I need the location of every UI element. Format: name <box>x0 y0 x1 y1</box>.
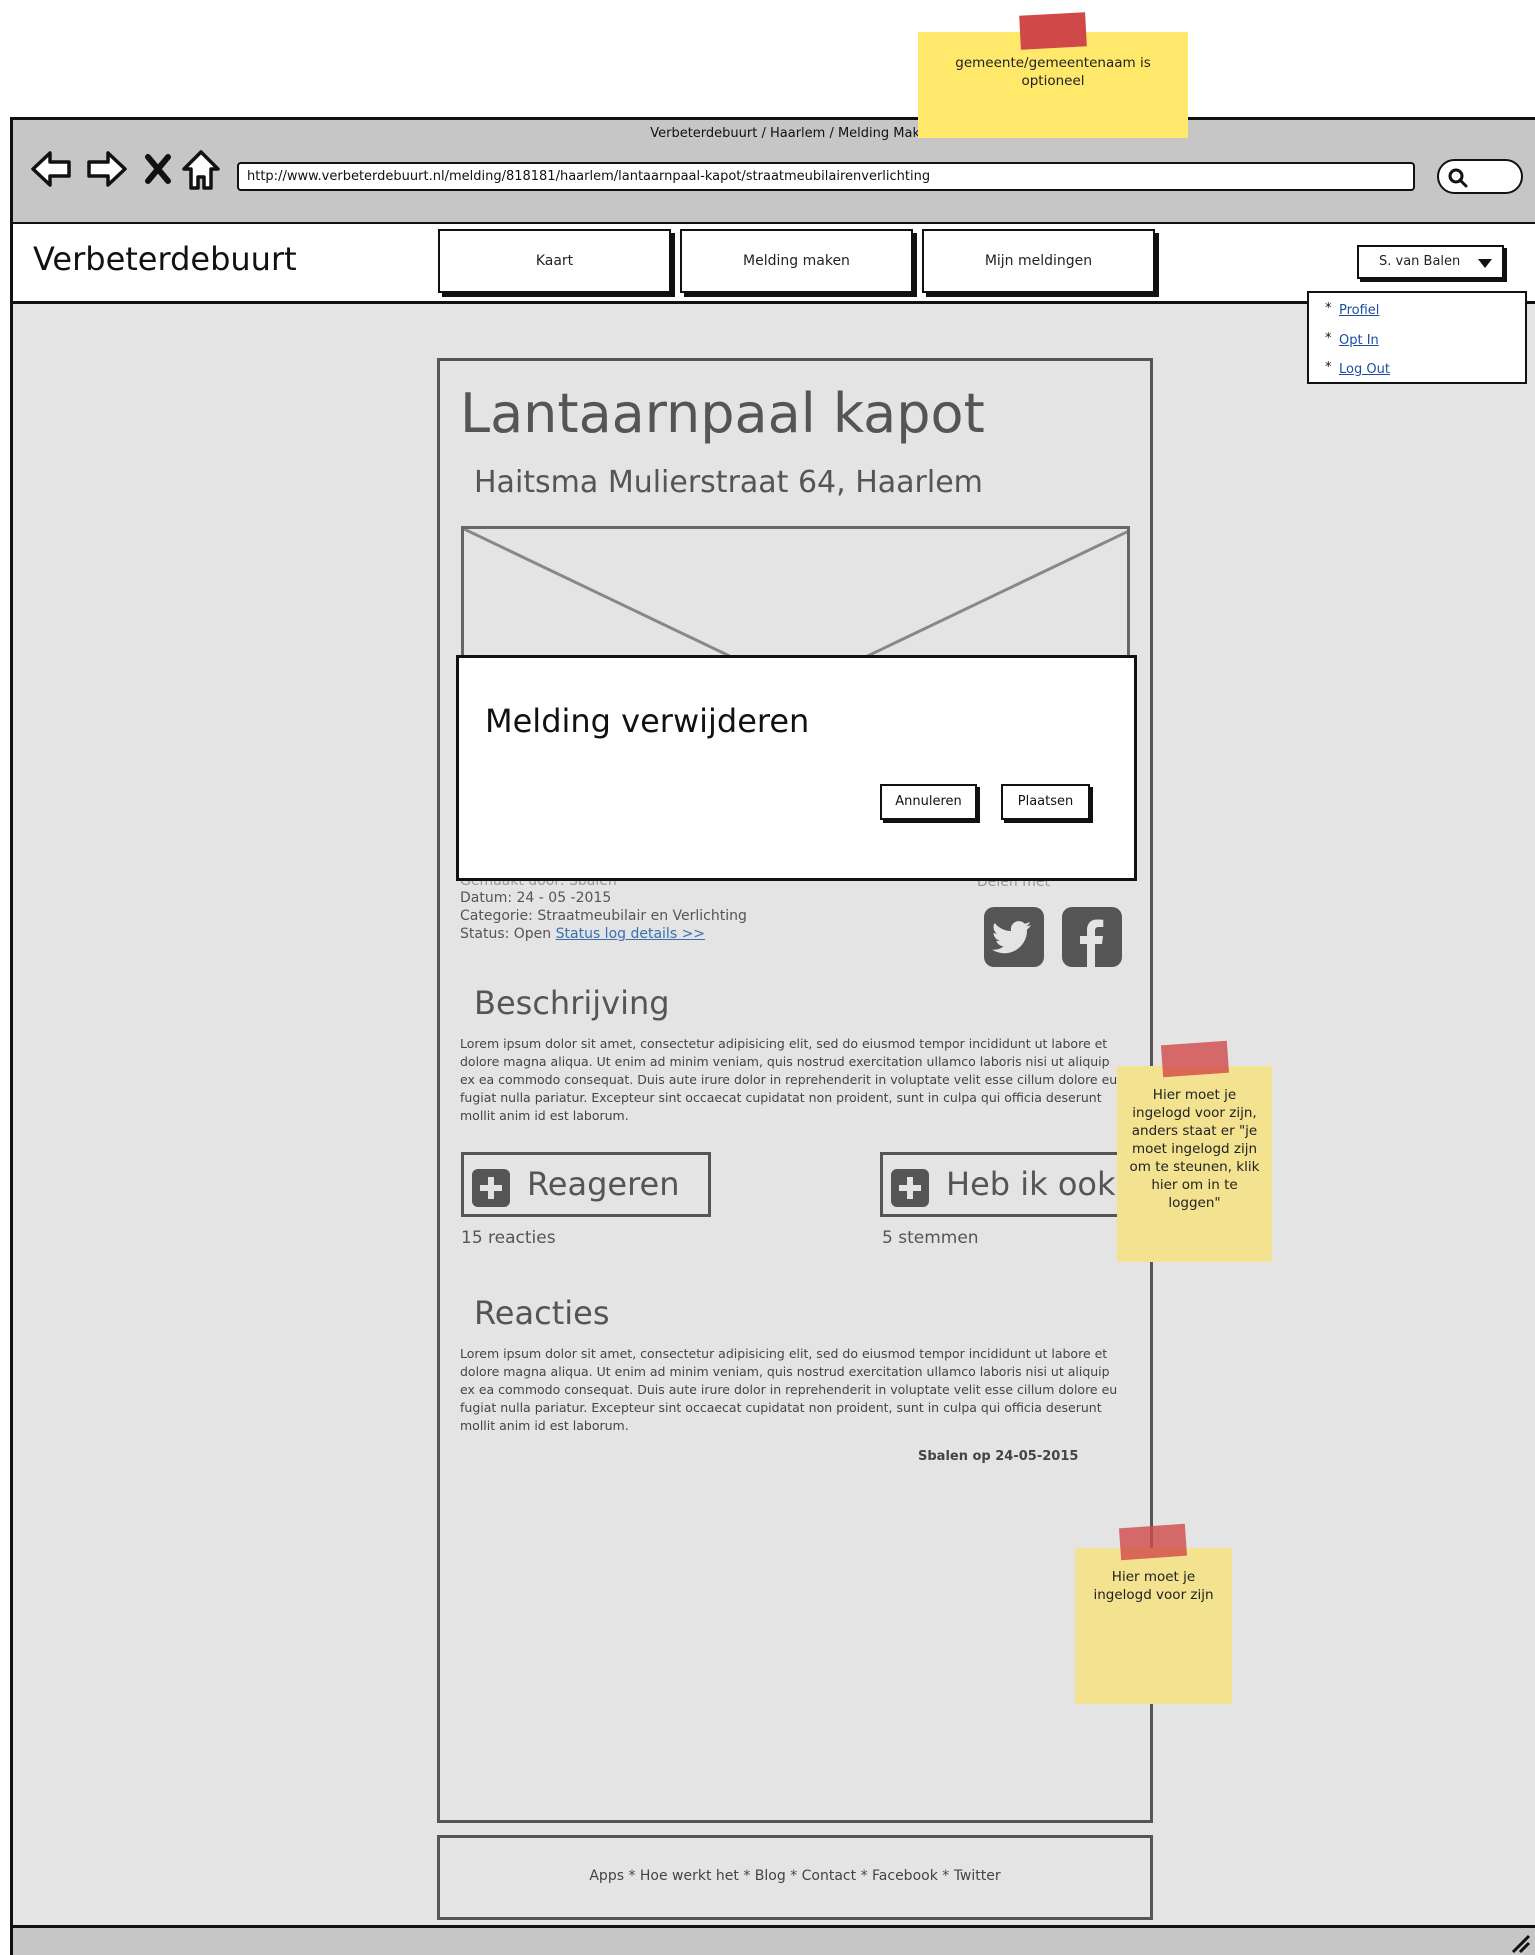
sticky-tape <box>1019 12 1087 50</box>
reacties-heading: Reacties <box>474 1294 610 1332</box>
search-icon <box>1448 168 1468 188</box>
status-text: Status: Open <box>460 926 552 942</box>
address-bar[interactable]: http://www.verbeterdebuurt.nl/melding/81… <box>237 162 1415 191</box>
sticky-tape <box>1160 1040 1230 1078</box>
resize-handle-icon <box>1511 1934 1531 1954</box>
menu-item-opt-in[interactable]: Opt In <box>1339 333 1379 348</box>
reageren-button[interactable]: Reageren <box>461 1152 711 1217</box>
confirm-button[interactable]: Plaatsen <box>1001 784 1090 820</box>
delete-dialog <box>456 655 1137 881</box>
beschrijving-heading: Beschrijving <box>474 984 670 1022</box>
window-title: Verbeterdebuurt / Haarlem / Melding Make… <box>650 126 936 141</box>
user-dropdown[interactable]: S. van Balen <box>1357 245 1504 279</box>
plus-icon <box>472 1169 510 1207</box>
reactie-signature: Sbalen op 24-05-2015 <box>918 1449 1079 1464</box>
close-icon[interactable] <box>144 152 172 192</box>
user-menu: * Profiel * Opt In * Log Out <box>1307 291 1527 384</box>
meta-status: Status: Open Status log details >> <box>460 926 705 942</box>
back-icon[interactable] <box>30 149 72 196</box>
twitter-icon[interactable] <box>984 907 1044 967</box>
meta-category: Categorie: Straatmeubilair en Verlichtin… <box>460 908 747 924</box>
report-title: Lantaarnpaal kapot <box>460 382 985 445</box>
beschrijving-text: Lorem ipsum dolor sit amet, consectetur … <box>460 1036 1118 1123</box>
dialog-title: Melding verwijderen <box>485 702 810 740</box>
status-log-link[interactable]: Status log details >> <box>556 926 705 942</box>
meta-date: Datum: 24 - 05 -2015 <box>460 890 612 906</box>
sticky-note-steunen: Hier moet je ingelogd voor zijn, anders … <box>1117 1066 1272 1262</box>
user-name: S. van Balen <box>1379 254 1461 269</box>
footer-links[interactable]: Apps * Hoe werkt het * Blog * Contact * … <box>589 1868 1000 1884</box>
nav-mijn-meldingen[interactable]: Mijn meldingen <box>922 229 1155 293</box>
sticky-tape <box>1118 1523 1188 1561</box>
menu-item-log-out[interactable]: Log Out <box>1339 362 1390 377</box>
sticky-note-ingelogd: Hier moet je ingelogd voor zijn <box>1075 1548 1232 1704</box>
plus-icon <box>891 1169 929 1207</box>
heb-ik-ook-button[interactable]: Heb ik ook <box>880 1152 1132 1217</box>
menu-item-profiel[interactable]: Profiel <box>1339 303 1379 318</box>
reacties-text: Lorem ipsum dolor sit amet, consectetur … <box>460 1346 1118 1433</box>
reageren-label: Reageren <box>527 1165 680 1203</box>
report-address: Haitsma Mulierstraat 64, Haarlem <box>474 465 983 500</box>
menu-bullet: * <box>1325 301 1332 316</box>
heb-ik-ook-label: Heb ik ook <box>946 1165 1116 1203</box>
site-logo[interactable]: Verbeterdebuurt <box>33 240 297 278</box>
footer: Apps * Hoe werkt het * Blog * Contact * … <box>437 1835 1153 1920</box>
forward-icon[interactable] <box>86 149 128 196</box>
facebook-icon[interactable] <box>1062 907 1122 967</box>
nav-kaart[interactable]: Kaart <box>438 229 671 293</box>
menu-bullet: * <box>1325 331 1332 346</box>
home-icon[interactable] <box>181 149 221 198</box>
stemmen-count: 5 stemmen <box>882 1228 979 1248</box>
browser-search-field[interactable] <box>1437 159 1523 194</box>
chevron-down-icon <box>1478 259 1492 268</box>
nav-melding-maken[interactable]: Melding maken <box>680 229 913 293</box>
browser-status-bar <box>13 1925 1535 1955</box>
menu-bullet: * <box>1325 360 1332 375</box>
cancel-button[interactable]: Annuleren <box>880 784 977 820</box>
reacties-count: 15 reacties <box>461 1228 556 1248</box>
